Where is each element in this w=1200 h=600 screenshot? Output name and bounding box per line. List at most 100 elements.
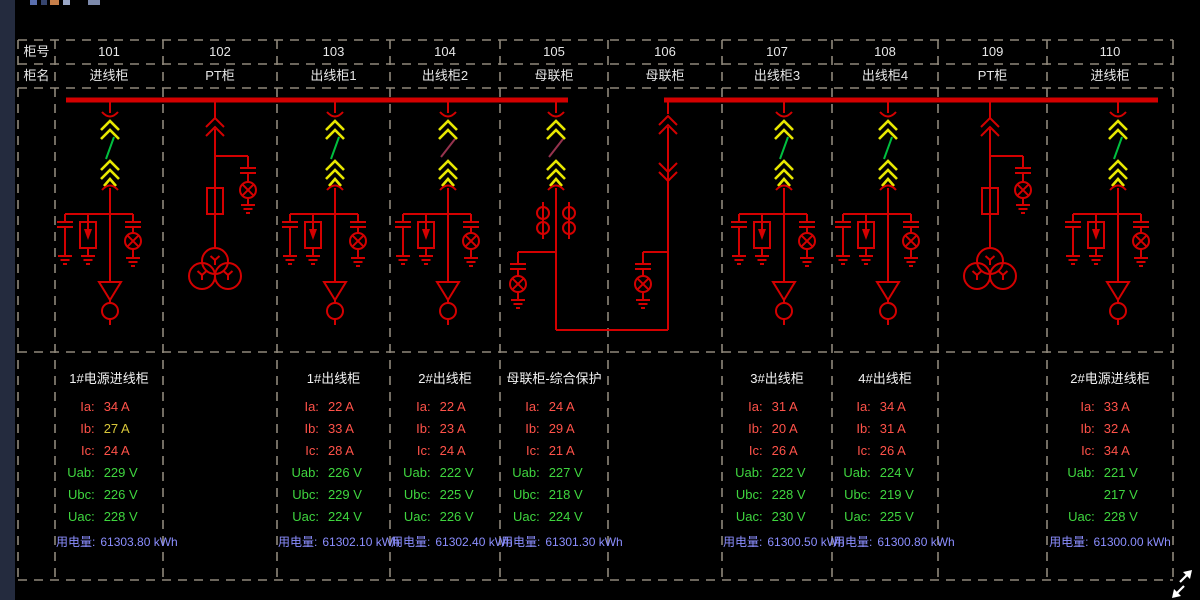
reading-value: 219 V	[880, 484, 937, 506]
reading-row: Uac:224 V	[501, 506, 607, 528]
energy-label: 用电量:	[833, 535, 872, 549]
reading-row: Uab:222 V	[723, 462, 831, 484]
bay-109-pt-cabinet[interactable]	[964, 100, 1031, 289]
reading-row: Ib:23 A	[391, 418, 499, 440]
reading-value: 217 V	[1104, 484, 1172, 506]
col-109-number: 109	[938, 40, 1047, 64]
reading-value: 26 A	[772, 440, 831, 462]
col-105-name: 母联柜	[500, 64, 608, 88]
col-105-number: 105	[500, 40, 608, 64]
energy-value: 61301.30 kWh	[545, 535, 622, 549]
reading-row: Ia:22 A	[278, 396, 389, 418]
reading-label	[1048, 484, 1104, 506]
col-106-number: 106	[608, 40, 722, 64]
reading-value: 33 A	[1104, 396, 1172, 418]
reading-row: Ic:26 A	[833, 440, 937, 462]
energy-label: 用电量:	[56, 535, 95, 549]
reading-label: Uab:	[56, 462, 104, 484]
panel-title: 4#出线柜	[833, 368, 937, 386]
col-102-number: 102	[163, 40, 277, 64]
reading-row: Uab:226 V	[278, 462, 389, 484]
diagonal-resize-cursor-icon	[1172, 570, 1192, 598]
bay-107-drawout-breaker-feeder[interactable]	[731, 100, 815, 325]
reading-value: 228 V	[772, 484, 831, 506]
energy-label: 用电量:	[391, 535, 430, 549]
reading-row: Ia:31 A	[723, 396, 831, 418]
reading-label: Ic:	[56, 440, 104, 462]
col-110-name: 进线柜	[1047, 64, 1173, 88]
panel-108: 4#出线柜Ia:34 AIb:31 AIc:26 AUab:224 VUbc:2…	[833, 354, 937, 580]
reading-value: 222 V	[440, 462, 499, 484]
reading-label: Ubc:	[56, 484, 104, 506]
reading-label: Ubc:	[833, 484, 880, 506]
col-109-name: PT柜	[938, 64, 1047, 88]
reading-label: Uac:	[56, 506, 104, 528]
energy-value: 61303.80 kWh	[100, 535, 177, 549]
reading-row: Ib:20 A	[723, 418, 831, 440]
reading-row: Uab:227 V	[501, 462, 607, 484]
reading-value: 227 V	[549, 462, 607, 484]
bay-102-pt-cabinet[interactable]	[189, 100, 256, 289]
reading-value: 228 V	[104, 506, 162, 528]
panel-107: 3#出线柜Ia:31 AIb:20 AIc:26 AUab:222 VUbc:2…	[723, 354, 831, 580]
reading-row: Ubc:229 V	[278, 484, 389, 506]
reading-row: Ia:22 A	[391, 396, 499, 418]
reading-label: Ia:	[501, 396, 549, 418]
reading-value: 24 A	[549, 396, 607, 418]
reading-row: Ubc:226 V	[56, 484, 162, 506]
reading-row: Ib:33 A	[278, 418, 389, 440]
bay-106-bus-tie-disconnector[interactable]	[635, 100, 677, 330]
energy-label: 用电量:	[723, 535, 762, 549]
col-101-name: 进线柜	[55, 64, 163, 88]
reading-label: Uac:	[501, 506, 549, 528]
reading-row: Uab:224 V	[833, 462, 937, 484]
reading-value: 21 A	[549, 440, 607, 462]
reading-value: 34 A	[104, 396, 162, 418]
panel-101: 1#电源进线柜Ia:34 AIb:27 AIc:24 AUab:229 VUbc…	[56, 354, 162, 580]
reading-row: Ubc:218 V	[501, 484, 607, 506]
reading-label: Ib:	[501, 418, 549, 440]
reading-value: 34 A	[880, 396, 937, 418]
bay-104-drawout-breaker-feeder[interactable]	[395, 100, 479, 325]
reading-row: 217 V	[1048, 484, 1172, 506]
reading-value: 225 V	[440, 484, 499, 506]
col-104-number: 104	[390, 40, 500, 64]
reading-label: Ia:	[833, 396, 880, 418]
bay-105-bus-tie-breaker[interactable]	[510, 100, 668, 330]
panel-103: 1#出线柜Ia:22 AIb:33 AIc:28 AUab:226 VUbc:2…	[278, 354, 389, 580]
reading-row: Uab:229 V	[56, 462, 162, 484]
reading-value: 229 V	[104, 462, 162, 484]
reading-row: Ib:32 A	[1048, 418, 1172, 440]
reading-row: Uac:230 V	[723, 506, 831, 528]
bay-110-drawout-breaker-feeder[interactable]	[1065, 100, 1149, 325]
reading-value: 24 A	[440, 440, 499, 462]
reading-label: Ib:	[56, 418, 104, 440]
energy-value: 61300.00 kWh	[1093, 535, 1170, 549]
reading-label: Ic:	[501, 440, 549, 462]
col-106-name: 母联柜	[608, 64, 722, 88]
panel-title: 1#电源进线柜	[56, 368, 162, 386]
reading-row: Uac:228 V	[1048, 506, 1172, 528]
reading-row: Uac:225 V	[833, 506, 937, 528]
energy-reading: 用电量:61303.80 kWh	[56, 532, 162, 552]
reading-value: 33 A	[328, 418, 389, 440]
reading-value: 27 A	[104, 418, 162, 440]
bay-108-drawout-breaker-feeder[interactable]	[835, 100, 919, 325]
reading-value: 224 V	[328, 506, 389, 528]
reading-row: Ia:24 A	[501, 396, 607, 418]
reading-value: 226 V	[104, 484, 162, 506]
energy-reading: 用电量:61302.40 kWh	[391, 532, 499, 552]
reading-row: Ia:33 A	[1048, 396, 1172, 418]
reading-label: Ia:	[723, 396, 772, 418]
reading-label: Ic:	[833, 440, 880, 462]
reading-value: 26 A	[880, 440, 937, 462]
panel-105: 母联柜-综合保护Ia:24 AIb:29 AIc:21 AUab:227 VUb…	[501, 354, 607, 580]
bay-103-drawout-breaker-feeder[interactable]	[282, 100, 366, 325]
reading-value: 32 A	[1104, 418, 1172, 440]
reading-row: Ia:34 A	[833, 396, 937, 418]
col-107-number: 107	[722, 40, 832, 64]
reading-value: 229 V	[328, 484, 389, 506]
reading-row: Ic:21 A	[501, 440, 607, 462]
reading-label: Uab:	[278, 462, 328, 484]
bay-101-drawout-breaker-feeder[interactable]	[57, 100, 141, 325]
